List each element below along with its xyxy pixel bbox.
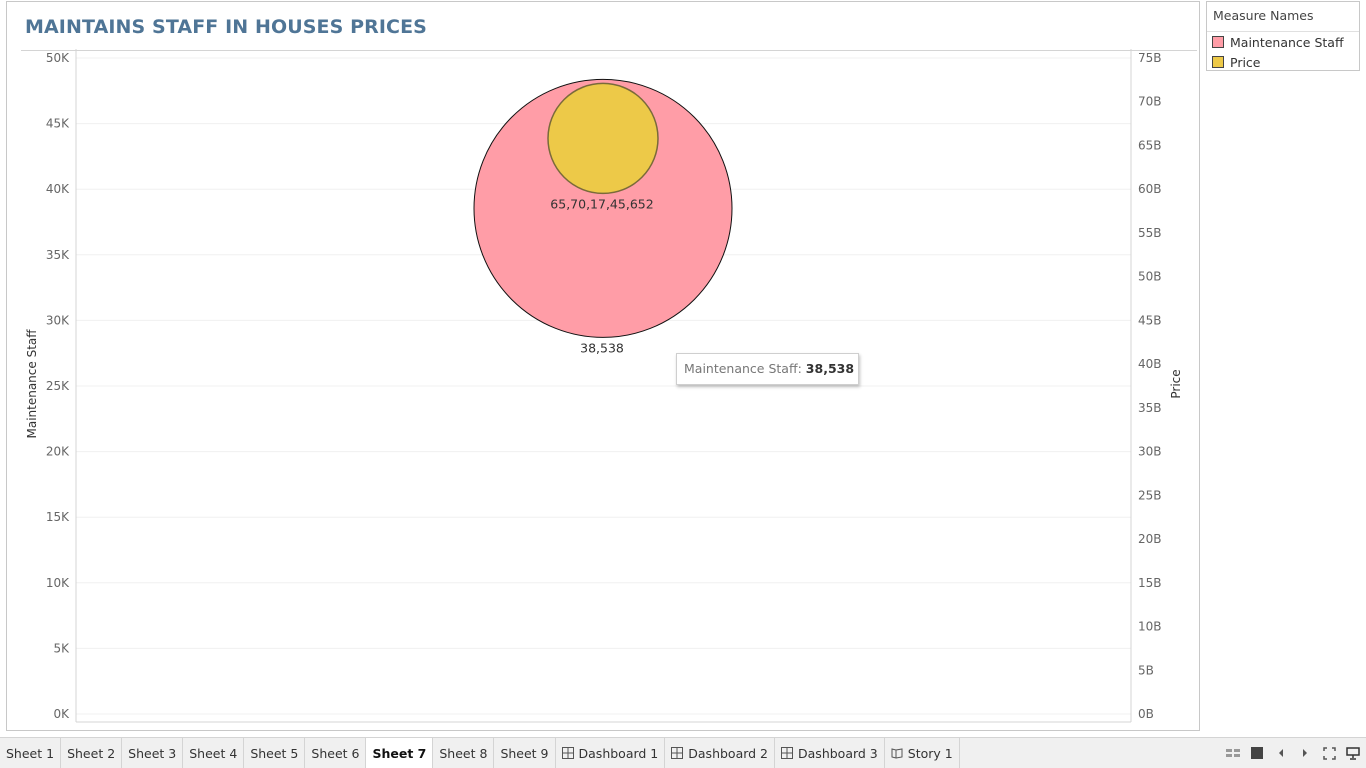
chart[interactable]: 0K 5K 10K 15K 20K 25K 30K 35K 40K 45K 50K 0B 5B 10B 1… — [0, 0, 1200, 732]
legend-item-maintenance-staff[interactable]: Maintenance Staff — [1212, 34, 1344, 50]
left-axis-tick-label: 15K — [46, 510, 70, 524]
right-axis-tick-label: 40B — [1138, 357, 1162, 371]
legend[interactable]: Measure Names Maintenance Staff Price — [1206, 1, 1360, 71]
legend-item-price[interactable]: Price — [1212, 54, 1261, 70]
tab-sheet-3[interactable]: Sheet 3 — [122, 738, 184, 768]
tab-label: Sheet 1 — [6, 745, 55, 761]
sheet-navigation — [1226, 738, 1360, 768]
legend-label: Price — [1230, 54, 1261, 70]
tab-sheet-6[interactable]: Sheet 6 — [305, 738, 367, 768]
tab-label: Sheet 5 — [250, 745, 299, 761]
tooltip: Maintenance Staff: 38,538 — [676, 353, 859, 385]
legend-divider — [1207, 31, 1359, 32]
mark-label-maintenance-staff: 38,538 — [580, 340, 624, 355]
dashboard-icon — [561, 747, 574, 759]
tab-sheet-9[interactable]: Sheet 9 — [494, 738, 556, 768]
next-sheet-icon[interactable] — [1298, 746, 1312, 760]
tab-label: Dashboard 2 — [688, 745, 769, 761]
tab-label: Sheet 9 — [500, 745, 549, 761]
tab-label: Sheet 2 — [67, 745, 116, 761]
tab-sheet-4[interactable]: Sheet 4 — [183, 738, 245, 768]
right-axis-title: Price — [1169, 369, 1183, 398]
right-axis-tick-label: 55B — [1138, 226, 1162, 240]
left-axis-tick-label: 45K — [46, 117, 70, 131]
mark-price[interactable] — [547, 82, 659, 195]
right-axis-tick-label: 45B — [1138, 313, 1162, 327]
left-axis-tick-label: 25K — [46, 379, 70, 393]
tab-dashboard-2[interactable]: Dashboard 2 — [665, 738, 776, 768]
legend-label: Maintenance Staff — [1230, 34, 1344, 50]
tab-sheet-7[interactable]: Sheet 7 — [366, 738, 434, 768]
left-axis-tick-label: 30K — [46, 313, 70, 327]
left-axis-tick-label: 20K — [46, 445, 70, 459]
filmstrip-icon[interactable] — [1226, 746, 1240, 760]
right-axis-tick-label: 10B — [1138, 620, 1162, 634]
tab-label: Sheet 4 — [189, 745, 238, 761]
tooltip-label: Maintenance Staff: — [684, 361, 802, 376]
right-axis-tick-label: 35B — [1138, 401, 1162, 415]
left-axis-tick-label: 10K — [46, 576, 70, 590]
right-axis-tick-label: 75B — [1138, 51, 1162, 65]
tab-label: Story 1 — [907, 745, 953, 761]
fullscreen-icon[interactable] — [1322, 746, 1336, 760]
sheet-tabs: Sheet 1 Sheet 2 Sheet 3 Sheet 4 Sheet 5 Sheet… — [0, 738, 960, 768]
right-axis-tick-label: 0B — [1138, 707, 1154, 721]
left-axis-tick-label: 5K — [53, 641, 70, 655]
tab-sheet-8[interactable]: Sheet 8 — [433, 738, 495, 768]
left-axis-title: Maintenance Staff — [25, 329, 39, 439]
left-axis-ticks: 0K 5K 10K 15K 20K 25K 30K 35K 40K 45K 50K — [46, 51, 70, 721]
right-axis-tick-label: 50B — [1138, 270, 1162, 284]
legend-swatch — [1212, 36, 1224, 48]
right-axis-tick-label: 65B — [1138, 138, 1162, 152]
presentation-icon[interactable] — [1346, 746, 1360, 760]
tab-dashboard-1[interactable]: Dashboard 1 — [556, 738, 666, 768]
tab-label: Sheet 6 — [311, 745, 360, 761]
single-sheet-icon[interactable] — [1250, 746, 1264, 760]
tab-sheet-5[interactable]: Sheet 5 — [244, 738, 306, 768]
left-axis-tick-label: 40K — [46, 182, 70, 196]
tableau-app: MAINTAINS STAFF IN HOUSES PRICES 0K 5K 10K… — [0, 0, 1366, 768]
tab-label: Sheet 7 — [372, 745, 427, 761]
right-axis-tick-label: 20B — [1138, 532, 1162, 546]
dashboard-icon — [781, 747, 794, 759]
left-axis-tick-label: 0K — [53, 707, 70, 721]
legend-swatch — [1212, 56, 1224, 68]
story-icon — [891, 747, 903, 759]
right-axis-tick-label: 70B — [1138, 95, 1162, 109]
right-axis-tick-label: 15B — [1138, 576, 1162, 590]
right-axis-tick-label: 30B — [1138, 445, 1162, 459]
dashboard-icon — [671, 747, 684, 759]
tab-label: Sheet 3 — [128, 745, 177, 761]
tab-dashboard-3[interactable]: Dashboard 3 — [775, 738, 885, 768]
right-axis-tick-label: 25B — [1138, 488, 1162, 502]
marks[interactable]: 65,70,17,45,652 38,538 — [473, 78, 733, 355]
tab-label: Dashboard 1 — [578, 745, 659, 761]
tooltip-value: 38,538 — [805, 361, 855, 376]
tab-label: Dashboard 3 — [798, 745, 878, 761]
tab-label: Sheet 8 — [439, 745, 488, 761]
prev-sheet-icon[interactable] — [1274, 746, 1288, 760]
right-axis-ticks: 0B 5B 10B 15B 20B 25B 30B 35B 40B 45B 50B 55B 60B 65B… — [1138, 51, 1162, 721]
legend-title: Measure Names — [1213, 8, 1314, 23]
mark-label-price: 65,70,17,45,652 — [550, 196, 653, 211]
right-axis-tick-label: 60B — [1138, 182, 1162, 196]
sheet-tab-bar: Sheet 1 Sheet 2 Sheet 3 Sheet 4 Sheet 5 Sheet… — [0, 737, 1366, 768]
right-axis-tick-label: 5B — [1138, 663, 1154, 677]
tab-sheet-2[interactable]: Sheet 2 — [61, 738, 123, 768]
left-axis-tick-label: 50K — [46, 51, 70, 65]
tab-sheet-1[interactable]: Sheet 1 — [0, 738, 62, 768]
tab-story-1[interactable]: Story 1 — [885, 738, 960, 768]
left-axis-tick-label: 35K — [46, 248, 70, 262]
